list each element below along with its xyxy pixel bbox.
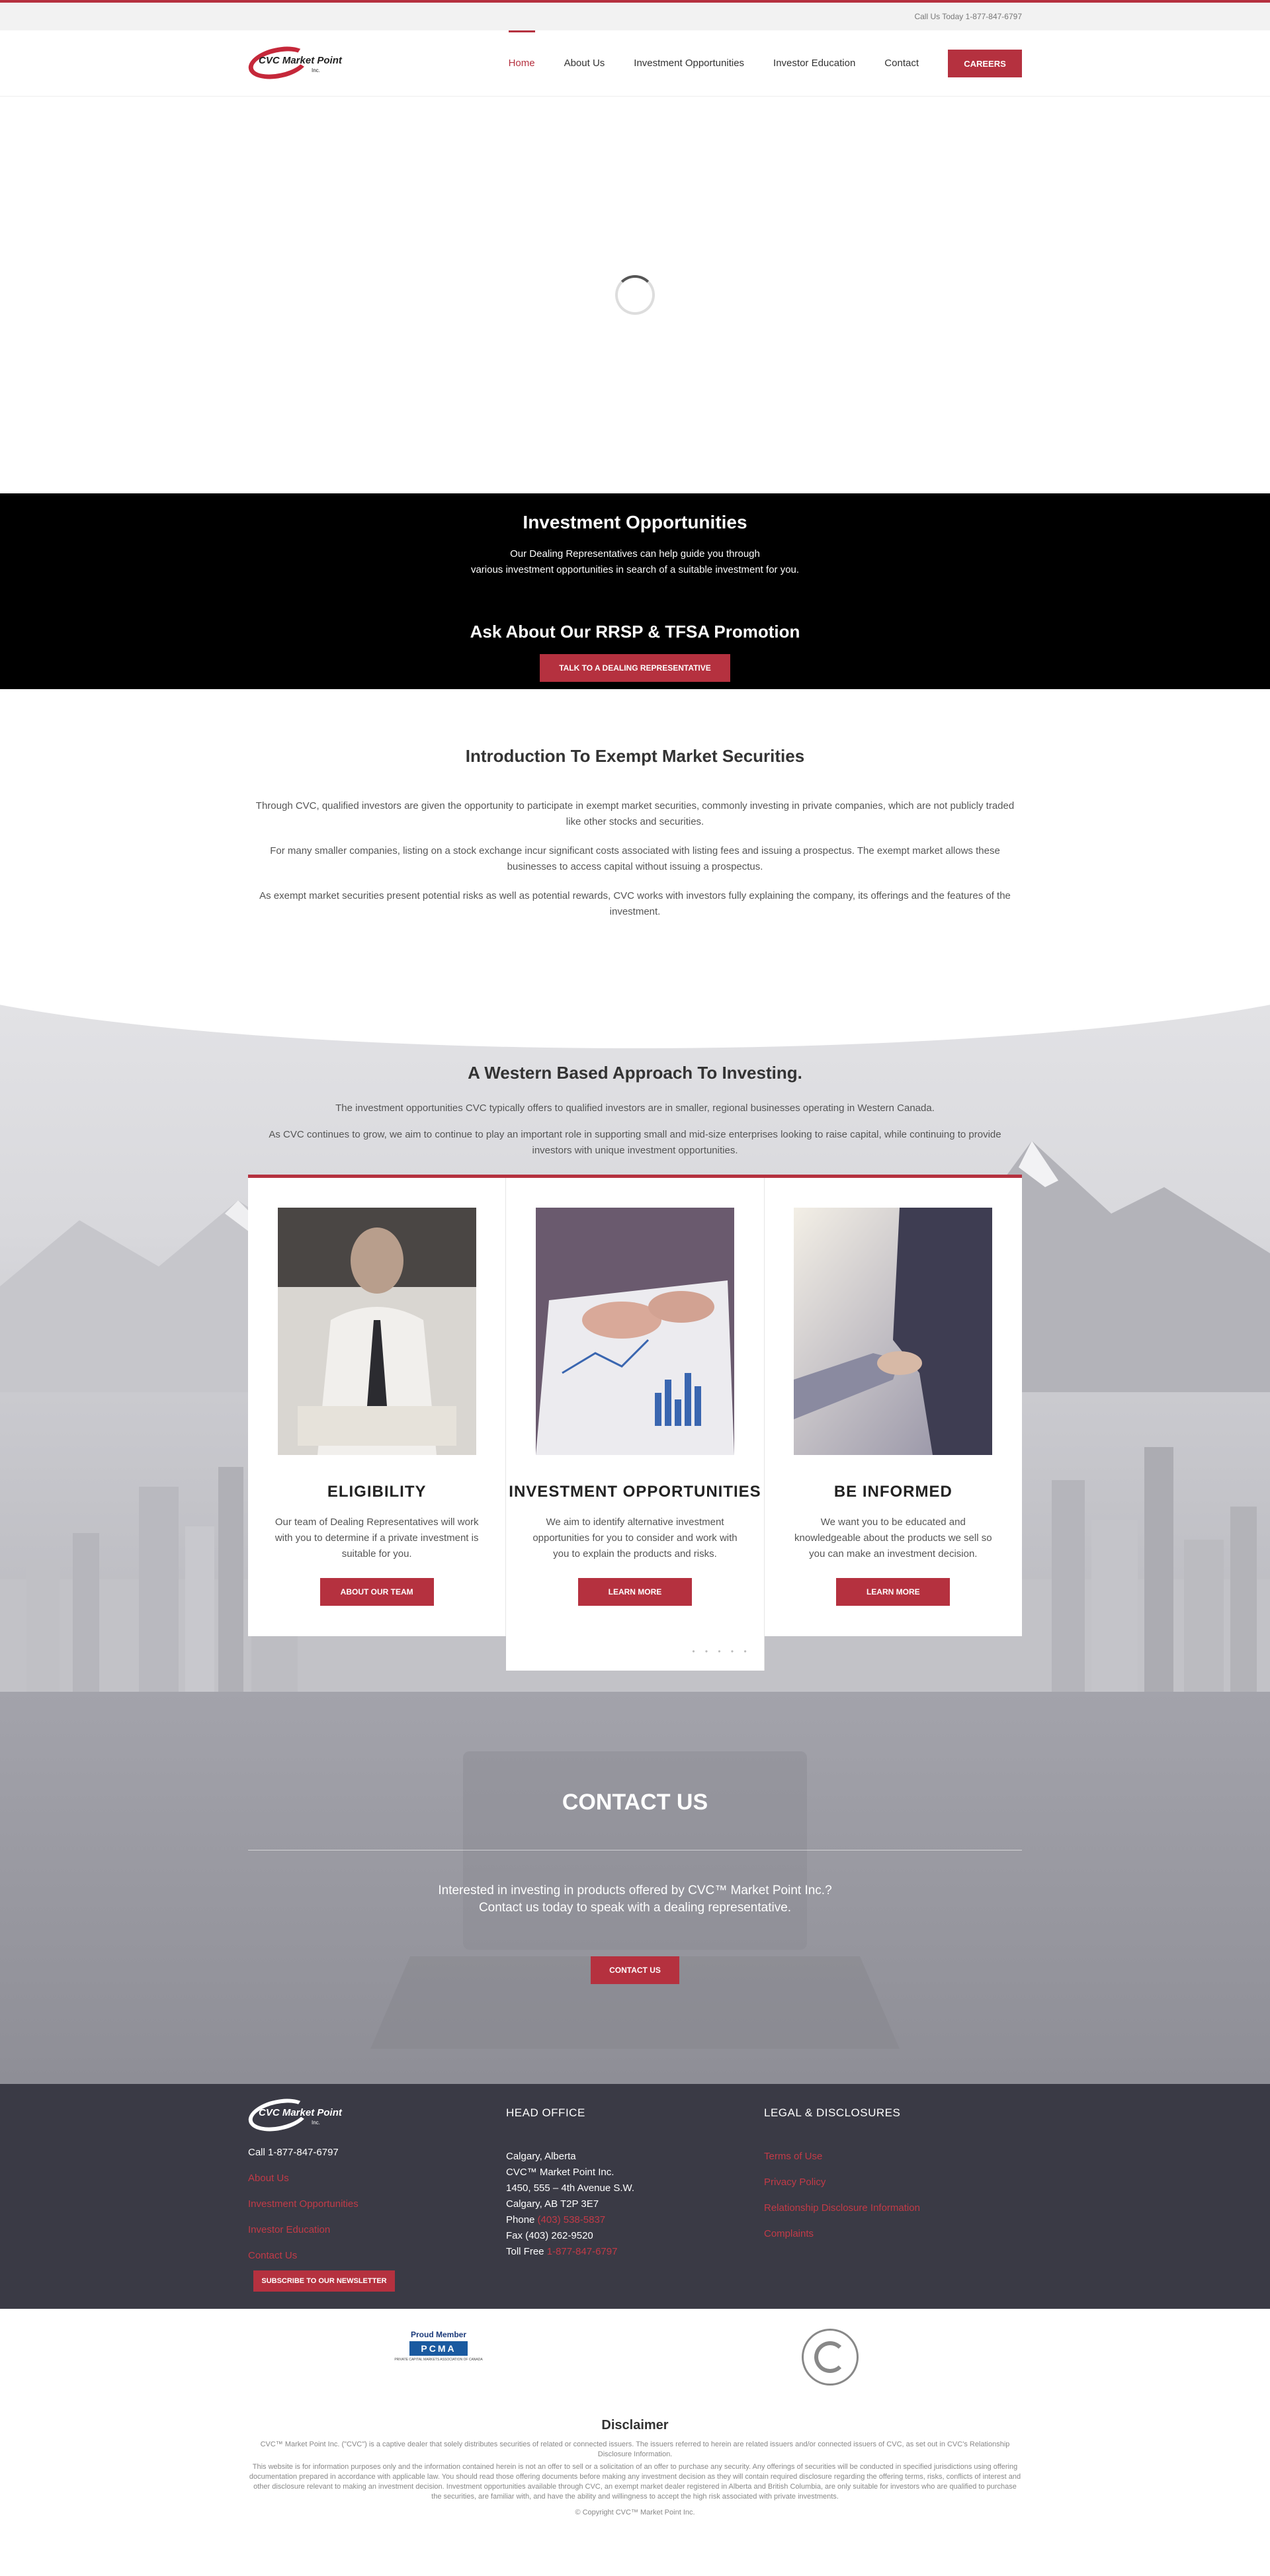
investment-opportunities-title: INVESTMENT OPPORTUNITIES [509, 1483, 761, 1501]
tollfree-label: Toll Free [506, 2246, 547, 2257]
tollfree-number-link[interactable]: 1-877-847-6797 [547, 2246, 618, 2257]
about-our-team-button[interactable]: ABOUT OUR TEAM [319, 1578, 434, 1606]
footer-column-head-office: HEAD OFFICE Calgary, Alberta CVC™ Market… [506, 2097, 764, 2292]
nav-investor-education[interactable]: Investor Education [773, 30, 855, 97]
legal-title: LEGAL & DISCLOSURES [764, 2106, 901, 2119]
footer-logo-text: CVC Market Point [259, 2107, 342, 2118]
nav-home[interactable]: Home [508, 30, 535, 97]
slider-dots[interactable]: • • • • • [692, 1647, 750, 1656]
western-paragraph-2: As CVC continues to grow, we aim to cont… [269, 1129, 1001, 1156]
contact-line-2: Contact us today to speak with a dealing… [478, 1901, 792, 1915]
hero-slider [0, 97, 1270, 493]
disclaimer-title: Disclaimer [601, 2418, 669, 2432]
contact-section: CONTACT US Interested in investing in pr… [0, 1692, 1270, 2084]
address-line-4: Calgary, AB T2P 3E7 [506, 2198, 599, 2210]
contact-text: Interested in investing in products offe… [0, 1882, 1270, 1917]
be-informed-title: BE INFORMED [833, 1483, 952, 1501]
nav-investment-opportunities[interactable]: Investment Opportunities [634, 30, 744, 97]
top-phone-text[interactable]: Call Us Today 1-877-847-6797 [914, 12, 1022, 21]
handshake-image [794, 1208, 993, 1455]
top-bar: Call Us Today 1-877-847-6797 [0, 0, 1270, 30]
footer-call: Call 1-877-847-6797 [248, 2147, 339, 2158]
logo-text: CVC Market Point [259, 55, 342, 66]
western-approach-section: A Western Based Approach To Investing. T… [0, 982, 1270, 1692]
contact-title: CONTACT US [562, 1790, 708, 1815]
address-line-2: CVC™ Market Point Inc. [506, 2167, 614, 2178]
careers-button[interactable]: CAREERS [948, 50, 1022, 77]
address-line-3: 1450, 555 – 4th Avenue S.W. [506, 2182, 635, 2194]
nav-about-us[interactable]: About Us [564, 30, 605, 97]
contact-us-button[interactable]: CONTACT US [591, 1956, 679, 1984]
site-header: CVC Market Point Inc. Home About Us Inve… [0, 30, 1270, 97]
legal-link-terms[interactable]: Terms of Use [764, 2149, 1022, 2165]
intro-paragraph-3: As exempt market securities present pote… [259, 890, 1011, 917]
logo-inc: Inc. [312, 67, 320, 73]
site-logo[interactable]: CVC Market Point Inc. [245, 41, 342, 85]
pcma-proud-member: Proud Member [410, 2330, 466, 2339]
footer-column-legal: LEGAL & DISCLOSURES Terms of Use Privacy… [764, 2097, 1022, 2292]
investment-opportunities-text: We aim to identify alternative investmen… [532, 1517, 738, 1559]
address-line-1: Calgary, Alberta [506, 2151, 576, 2162]
eligibility-card: ELIGIBILITY Our team of Dealing Represen… [248, 1178, 507, 1636]
footer-logo-inc: Inc. [312, 2120, 320, 2126]
businessman-reading-image [277, 1208, 476, 1455]
subscribe-newsletter-button[interactable]: SUBSCRIBE TO OUR NEWSLETTER [253, 2270, 395, 2292]
contact-line-1: Interested in investing in products offe… [438, 1884, 832, 1897]
calgary-chamber-seal-icon[interactable] [802, 2329, 859, 2386]
pcma-subtitle: PRIVATE CAPITAL MARKETS ASSOCIATION OF C… [394, 2358, 483, 2362]
western-title: A Western Based Approach To Investing. [468, 1063, 802, 1083]
membership-badges: Proud Member PCMA PRIVATE CAPITAL MARKET… [0, 2309, 1270, 2418]
feature-cards: ELIGIBILITY Our team of Dealing Represen… [248, 1175, 1022, 1671]
phone-label: Phone [506, 2214, 538, 2225]
fax-line: Fax (403) 262-9520 [506, 2230, 593, 2241]
chamber-c-icon [814, 2341, 846, 2373]
charts-analysis-image [535, 1208, 734, 1455]
be-informed-learn-more-button[interactable]: LEARN MORE [836, 1578, 951, 1606]
legal-link-relationship-disclosure[interactable]: Relationship Disclosure Information [764, 2200, 1022, 2216]
eligibility-text: Our team of Dealing Representatives will… [275, 1517, 479, 1559]
footer-link-investor-education[interactable]: Investor Education [248, 2222, 506, 2238]
promo-title: Ask About Our RRSP & TFSA Promotion [470, 622, 800, 642]
investment-learn-more-button[interactable]: LEARN MORE [577, 1578, 692, 1606]
footer-column-company: CVC Market Point Inc. Call 1-877-847-679… [245, 2093, 506, 2292]
loading-spinner-icon [615, 275, 655, 315]
talk-to-representative-button[interactable]: TALK TO A DEALING REPRESENTATIVE [540, 654, 730, 682]
intro-paragraph-2: For many smaller companies, listing on a… [270, 845, 1000, 872]
tollfree-line: Toll Free 1-877-847-6797 [506, 2244, 764, 2260]
footer-link-contact-us[interactable]: Contact Us [248, 2248, 506, 2264]
footer-link-about-us[interactable]: About Us [248, 2171, 506, 2186]
disclaimer-section: Disclaimer CVC™ Market Point Inc. ("CVC"… [0, 2418, 1270, 2555]
legal-link-privacy[interactable]: Privacy Policy [764, 2175, 1022, 2190]
investment-opportunities-band: Investment Opportunities Our Dealing Rep… [0, 493, 1270, 689]
disclaimer-paragraph-1: CVC™ Market Point Inc. ("CVC") is a capt… [260, 2440, 1010, 2458]
footer-link-investment-opportunities[interactable]: Investment Opportunities [248, 2196, 506, 2212]
band-line-2: various investment opportunities in sear… [470, 564, 800, 575]
phone-line: Phone (403) 538-5837 [506, 2212, 764, 2228]
footer-logo[interactable]: CVC Market Point Inc. [245, 2093, 342, 2137]
site-footer: CVC Market Point Inc. Call 1-877-847-679… [0, 2084, 1270, 2309]
copyright-text: © Copyright CVC™ Market Point Inc. [575, 2509, 695, 2516]
intro-section: Introduction To Exempt Market Securities… [0, 689, 1270, 982]
nav-contact[interactable]: Contact [884, 30, 919, 97]
head-office-title: HEAD OFFICE [506, 2106, 585, 2119]
investment-opportunities-card: INVESTMENT OPPORTUNITIES We aim to ident… [506, 1178, 765, 1671]
intro-paragraph-1: Through CVC, qualified investors are giv… [255, 800, 1015, 827]
be-informed-text: We want you to be educated and knowledge… [794, 1517, 992, 1559]
legal-link-complaints[interactable]: Complaints [764, 2226, 1022, 2242]
pcma-box: PCMA [409, 2341, 468, 2356]
phone-number-link[interactable]: (403) 538-5837 [538, 2214, 606, 2225]
western-paragraph-1: The investment opportunities CVC typical… [335, 1102, 935, 1114]
intro-title: Introduction To Exempt Market Securities [465, 746, 805, 766]
eligibility-title: ELIGIBILITY [327, 1483, 427, 1501]
be-informed-card: BE INFORMED We want you to be educated a… [764, 1178, 1022, 1636]
disclaimer-paragraph-2: This website is for information purposes… [249, 2463, 1021, 2501]
band-description: Our Dealing Representatives can help gui… [0, 546, 1270, 578]
pcma-badge[interactable]: Proud Member PCMA PRIVATE CAPITAL MARKET… [392, 2330, 485, 2387]
band-line-1: Our Dealing Representatives can help gui… [510, 548, 760, 560]
main-nav: Home About Us Investment Opportunities I… [480, 30, 1022, 97]
band-title: Investment Opportunities [523, 512, 747, 532]
